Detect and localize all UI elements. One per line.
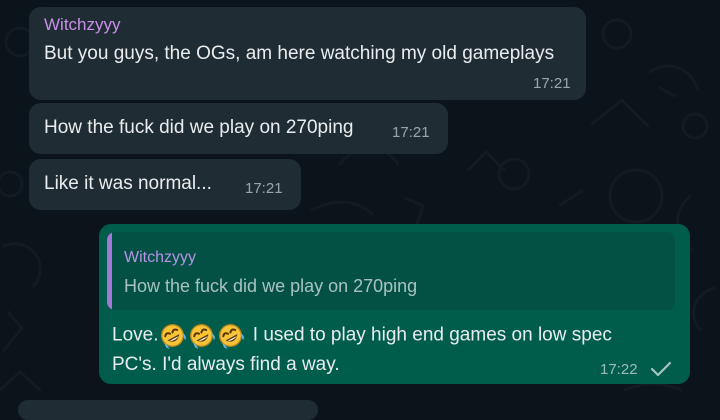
message-bubble-incoming[interactable]: Witchzyyy But you guys, the OGs, am here… (29, 7, 586, 100)
reply-message-timestamp: 17:22 (600, 361, 638, 378)
partially-visible-message-bubble[interactable] (18, 400, 318, 420)
message-bubble-incoming[interactable]: Like it was normal... 17:21 (29, 159, 301, 210)
message-sender-name: Witchzyyy (44, 15, 121, 34)
single-check-icon (650, 361, 672, 377)
message-text: Like it was normal... (44, 173, 212, 194)
rolling-on-floor-laughing-icon (161, 324, 187, 349)
emoji-group (159, 322, 246, 349)
reply-message-prefix: Love. (112, 324, 159, 346)
rolling-on-floor-laughing-icon (219, 324, 245, 349)
message-bubble-outgoing[interactable]: Witchzyyy How the fuck did we play on 27… (99, 224, 690, 384)
message-timestamp: 17:21 (392, 124, 430, 141)
rolling-on-floor-laughing-icon (190, 324, 216, 349)
reply-message-text-line-1: I used to play high end games on low spe… (247, 324, 612, 346)
message-bubble-incoming[interactable]: How the fuck did we play on 270ping 17:2… (29, 103, 448, 154)
message-timestamp: 17:21 (533, 75, 571, 92)
message-text: But you guys, the OGs, am here watching … (44, 43, 555, 64)
reply-quote-accent-bar (107, 232, 112, 310)
reply-quote[interactable]: Witchzyyy How the fuck did we play on 27… (107, 232, 675, 310)
reply-message-line-2: PC's. I'd always find a way. (112, 354, 340, 375)
quoted-message-text: How the fuck did we play on 270ping (124, 276, 418, 296)
reply-message-line-1: Love. I used to play high end games on l… (112, 322, 612, 349)
quoted-sender-name: Witchzyyy (124, 249, 196, 266)
message-text: How the fuck did we play on 270ping (44, 117, 354, 138)
message-timestamp: 17:21 (245, 180, 283, 197)
